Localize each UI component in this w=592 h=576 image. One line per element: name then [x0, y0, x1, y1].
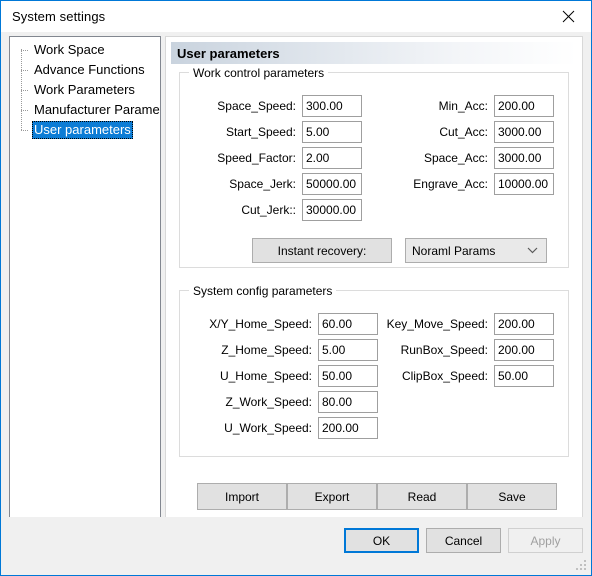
field-u-work-speed: U_Work_Speed: [184, 417, 378, 439]
field-cut-acc: Cut_Acc: [392, 121, 554, 143]
tree-item-label: Work Parameters [34, 82, 135, 97]
close-icon [562, 10, 575, 23]
field-label: Cut_Jerk:: [241, 203, 296, 217]
work-control-parameters-group: Work control parameters Space_Speed: Sta… [179, 66, 569, 268]
field-space-jerk: Space_Jerk: [184, 173, 362, 195]
field-u-home-speed: U_Home_Speed: [184, 365, 378, 387]
instant-recovery-row: Instant recovery: Noraml Params [252, 238, 547, 263]
field-label: Speed_Factor: [217, 151, 296, 165]
group-legend: System config parameters [189, 284, 337, 298]
tree-item-work-space[interactable]: Work Space [10, 40, 160, 61]
field-start-speed: Start_Speed: [184, 121, 362, 143]
min-acc-input[interactable] [494, 95, 554, 117]
cut-acc-input[interactable] [494, 121, 554, 143]
tree-item-manufacturer-parameters[interactable]: Manufacturer Paramet [10, 99, 161, 121]
title-bar: System settings [1, 1, 591, 32]
tree-branch-icon [18, 59, 32, 81]
field-label: Z_Home_Speed: [221, 343, 312, 357]
apply-button: Apply [508, 528, 583, 553]
field-label: Key_Move_Speed: [386, 317, 488, 331]
window-title: System settings [12, 9, 106, 24]
settings-tree-panel: Work Space Advance Functions Work Parame… [9, 36, 161, 538]
tree-branch-icon [18, 79, 32, 101]
system-settings-window: System settings Work Space Advance Funct… [0, 0, 592, 576]
field-cut-jerk: Cut_Jerk:: [184, 199, 362, 221]
u-home-speed-input[interactable] [318, 365, 378, 387]
space-jerk-input[interactable] [302, 173, 362, 195]
save-button[interactable]: Save [467, 483, 557, 510]
field-space-speed: Space_Speed: [184, 95, 362, 117]
settings-tree: Work Space Advance Functions Work Parame… [10, 37, 160, 140]
tree-branch-icon [18, 40, 32, 61]
key-move-speed-input[interactable] [494, 313, 554, 335]
field-engrave-acc: Engrave_Acc: [392, 173, 554, 195]
field-label: Cut_Acc: [439, 125, 488, 139]
field-label: RunBox_Speed: [400, 343, 488, 357]
field-z-home-speed: Z_Home_Speed: [184, 339, 378, 361]
chevron-down-icon [527, 239, 538, 262]
close-button[interactable] [545, 1, 591, 31]
field-label: U_Work_Speed: [224, 421, 312, 435]
field-label: U_Home_Speed: [219, 369, 312, 383]
field-label: Z_Work_Speed: [225, 395, 313, 409]
field-speed-factor: Speed_Factor: [184, 147, 362, 169]
space-acc-input[interactable] [494, 147, 554, 169]
tree-item-label: Advance Functions [34, 62, 145, 77]
system-config-parameters-group: System config parameters X/Y_Home_Speed:… [179, 284, 569, 457]
engrave-acc-input[interactable] [494, 173, 554, 195]
tree-branch-icon [18, 99, 32, 121]
page-title: User parameters [171, 42, 577, 64]
field-z-work-speed: Z_Work_Speed: [184, 391, 378, 413]
dialog-buttons: OK Cancel Apply [344, 528, 583, 553]
cut-jerk-input[interactable] [302, 199, 362, 221]
runbox-speed-input[interactable] [494, 339, 554, 361]
recovery-params-select[interactable]: Noraml Params [405, 238, 547, 263]
field-label: Min_Acc: [438, 99, 488, 113]
tree-item-label: Work Space [34, 42, 105, 57]
group-legend: Work control parameters [189, 66, 329, 80]
field-clipbox-speed: ClipBox_Speed: [378, 365, 554, 387]
field-label: Space_Jerk: [229, 177, 296, 191]
field-key-move-speed: Key_Move_Speed: [378, 313, 554, 335]
field-space-acc: Space_Acc: [392, 147, 554, 169]
z-work-speed-input[interactable] [318, 391, 378, 413]
instant-recovery-button[interactable]: Instant recovery: [252, 238, 392, 263]
tree-item-label: Manufacturer Paramet [34, 102, 161, 117]
tree-item-advance-functions[interactable]: Advance Functions [10, 59, 160, 81]
import-button[interactable]: Import [197, 483, 287, 510]
ok-button[interactable]: OK [344, 528, 419, 553]
clipbox-speed-input[interactable] [494, 365, 554, 387]
field-label: Space_Acc: [423, 151, 488, 165]
dialog-client-area: Work Space Advance Functions Work Parame… [1, 32, 591, 538]
tree-branch-icon [18, 119, 32, 140]
tree-item-user-parameters[interactable]: User parameters [10, 119, 160, 140]
field-label: Space_Speed: [217, 99, 296, 113]
speed-factor-input[interactable] [302, 147, 362, 169]
field-label: Engrave_Acc: [413, 177, 488, 191]
u-work-speed-input[interactable] [318, 417, 378, 439]
field-runbox-speed: RunBox_Speed: [378, 339, 554, 361]
cancel-button[interactable]: Cancel [426, 528, 501, 553]
start-speed-input[interactable] [302, 121, 362, 143]
parameter-actions: Import Export Read Save [197, 483, 557, 510]
export-button[interactable]: Export [287, 483, 377, 510]
tree-item-label: User parameters [32, 121, 133, 139]
field-min-acc: Min_Acc: [392, 95, 554, 117]
read-button[interactable]: Read [377, 483, 467, 510]
dialog-footer: OK Cancel Apply [1, 517, 591, 575]
tree-item-work-parameters[interactable]: Work Parameters [10, 79, 160, 101]
parameters-panel: User parameters Work control parameters … [165, 36, 583, 538]
field-label: ClipBox_Speed: [401, 369, 488, 383]
field-label: X/Y_Home_Speed: [209, 317, 312, 331]
z-home-speed-input[interactable] [318, 339, 378, 361]
field-xy-home-speed: X/Y_Home_Speed: [184, 313, 378, 335]
recovery-params-selected-value: Noraml Params [412, 243, 496, 258]
field-label: Start_Speed: [225, 125, 296, 139]
xy-home-speed-input[interactable] [318, 313, 378, 335]
resize-grip-icon[interactable] [576, 560, 588, 572]
space-speed-input[interactable] [302, 95, 362, 117]
